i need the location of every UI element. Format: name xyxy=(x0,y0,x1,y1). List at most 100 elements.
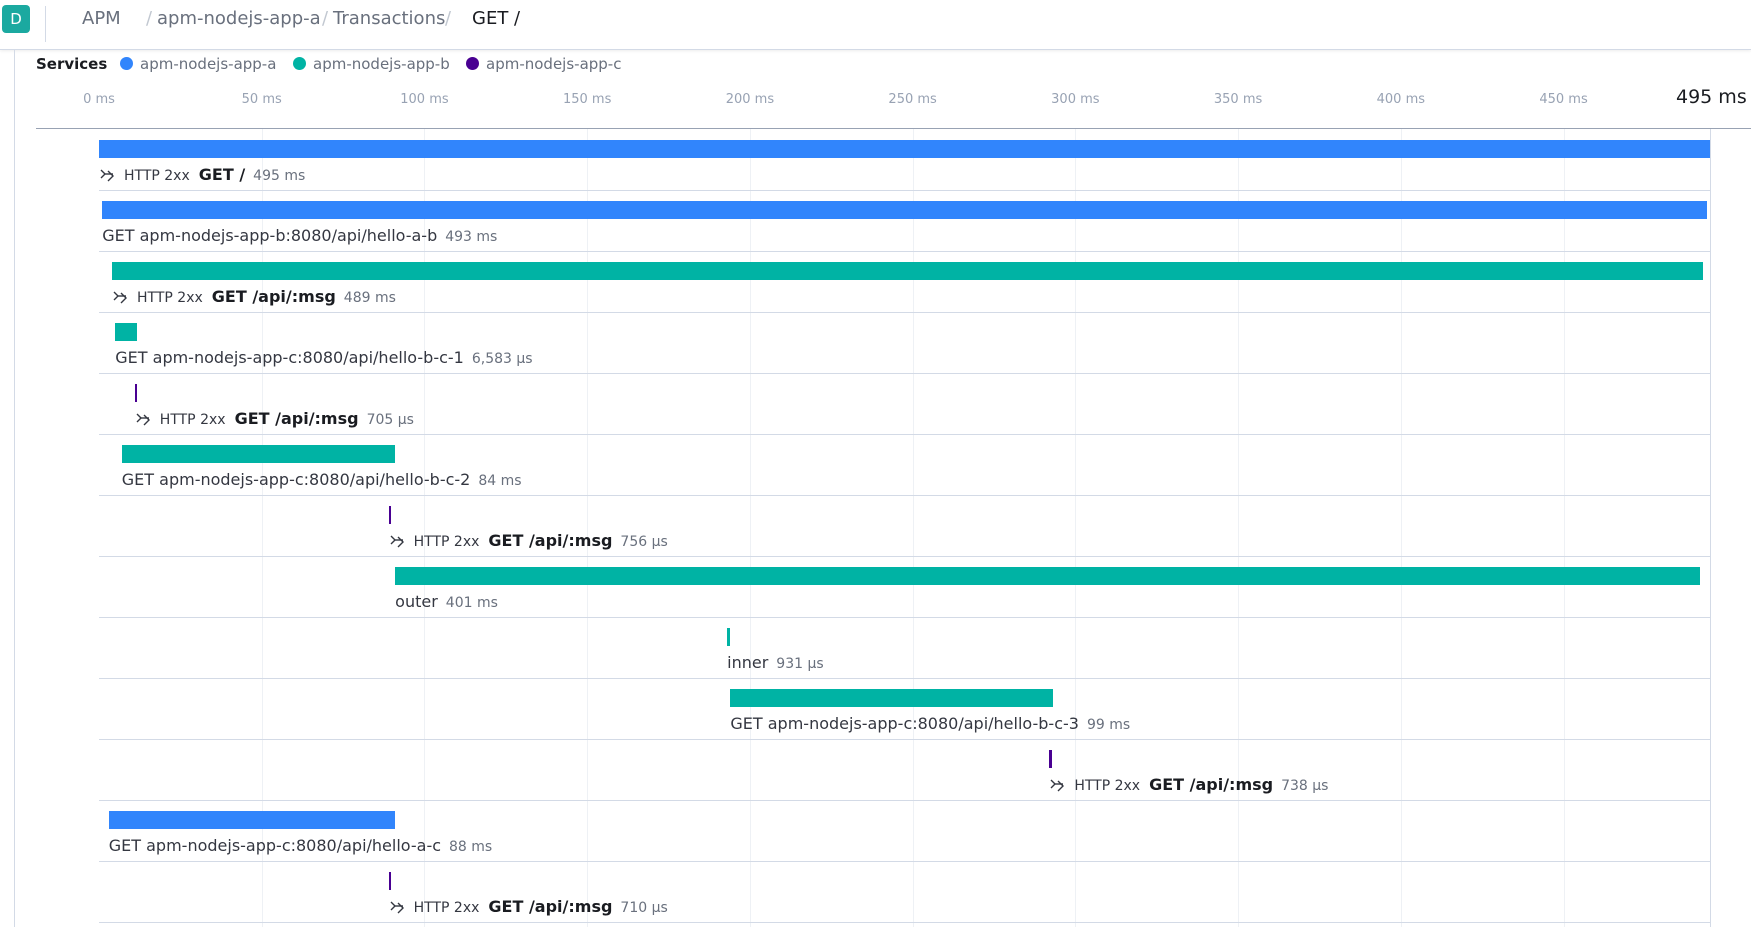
merge-icon xyxy=(135,411,151,427)
duration-bar[interactable] xyxy=(395,567,1701,585)
transaction-name: GET /api/:msg xyxy=(488,531,613,550)
duration-bar[interactable] xyxy=(388,872,391,890)
waterfall-transaction-row[interactable]: HTTP 2xx GET /api/:msg 756 µs xyxy=(99,495,1711,557)
row-label: GET apm-nodejs-app-c:8080/api/hello-b-c-… xyxy=(122,470,522,491)
space-avatar[interactable]: D xyxy=(2,5,30,33)
duration-label: 756 µs xyxy=(620,534,668,550)
transaction-name: GET /api/:msg xyxy=(211,287,336,306)
waterfall-transaction-row[interactable]: HTTP 2xx GET / 495 ms xyxy=(99,129,1711,191)
transaction-name: GET /api/:msg xyxy=(234,409,359,428)
duration-label: 705 µs xyxy=(366,412,414,428)
legend-item-app-b: apm-nodejs-app-b xyxy=(293,55,450,73)
top-header: D APM / apm-nodejs-app-a / Transactions … xyxy=(0,0,1751,50)
merge-icon xyxy=(1049,777,1065,793)
duration-bar[interactable] xyxy=(112,262,1704,280)
http-status: HTTP 2xx xyxy=(413,900,480,916)
breadcrumb-separator: / xyxy=(146,8,153,29)
waterfall-span-row[interactable]: outer 401 ms xyxy=(99,556,1711,618)
axis-end-label: 495 ms xyxy=(1676,86,1747,108)
waterfall-span-row[interactable]: GET apm-nodejs-app-c:8080/api/hello-b-c-… xyxy=(99,312,1711,374)
axis-tick-label: 100 ms xyxy=(400,92,449,107)
merge-icon xyxy=(112,289,128,305)
axis-tick-label: 0 ms xyxy=(83,92,115,107)
duration-bar[interactable] xyxy=(134,384,138,402)
waterfall-right-border xyxy=(1710,129,1711,927)
duration-bar[interactable] xyxy=(730,689,1053,707)
axis-tick-label: 300 ms xyxy=(1051,92,1100,107)
row-label: HTTP 2xx GET /api/:msg 738 µs xyxy=(1049,775,1328,796)
http-status: HTTP 2xx xyxy=(137,290,203,306)
span-name: GET apm-nodejs-app-c:8080/api/hello-a-c xyxy=(108,836,442,855)
legend-item-app-c: apm-nodejs-app-c xyxy=(466,55,621,73)
waterfall-span-row[interactable]: GET apm-nodejs-app-c:8080/api/hello-a-c 8… xyxy=(99,800,1711,862)
duration-label: 489 ms xyxy=(343,290,396,306)
legend-dot xyxy=(293,57,306,70)
duration-label: 6,583 µs xyxy=(471,351,533,367)
waterfall-transaction-row[interactable]: HTTP 2xx GET /api/:msg 705 µs xyxy=(99,373,1711,435)
duration-bar[interactable] xyxy=(121,445,396,463)
row-label: HTTP 2xx GET /api/:msg 705 µs xyxy=(135,409,414,430)
breadcrumb-current: GET / xyxy=(472,8,521,29)
legend-label: apm-nodejs-app-c xyxy=(486,55,622,73)
merge-icon xyxy=(389,533,405,549)
http-status: HTTP 2xx xyxy=(1074,778,1141,794)
row-label: HTTP 2xx GET / 495 ms xyxy=(99,165,305,186)
axis-line xyxy=(36,128,1751,129)
duration-bar[interactable] xyxy=(727,628,731,646)
row-label: GET apm-nodejs-app-b:8080/api/hello-a-b 4… xyxy=(102,226,497,247)
breadcrumb-separator: / xyxy=(445,8,452,29)
duration-bar[interactable] xyxy=(99,140,1710,158)
waterfall-transaction-row[interactable]: HTTP 2xx GET /api/:msg 710 µs xyxy=(99,861,1711,923)
duration-label: 401 ms xyxy=(445,595,498,611)
span-name: outer xyxy=(395,592,438,611)
waterfall-span-row[interactable]: inner 931 µs xyxy=(99,617,1711,679)
row-label: inner 931 µs xyxy=(727,653,824,674)
legend-label: apm-nodejs-app-b xyxy=(313,55,450,73)
axis-tick-label: 450 ms xyxy=(1539,92,1588,107)
row-label: HTTP 2xx GET /api/:msg 710 µs xyxy=(389,897,668,918)
axis-tick-label: 400 ms xyxy=(1376,92,1426,107)
waterfall-span-row[interactable]: GET apm-nodejs-app-b:8080/api/hello-a-b 4… xyxy=(99,190,1711,252)
duration-label: 931 µs xyxy=(776,656,824,672)
legend-title: Services xyxy=(36,55,108,73)
axis-tick-label: 250 ms xyxy=(888,92,937,107)
legend-dot xyxy=(120,57,133,70)
row-label: outer 401 ms xyxy=(395,592,498,613)
waterfall-transaction-row[interactable]: HTTP 2xx GET /api/:msg 489 ms xyxy=(99,251,1711,313)
legend-dot xyxy=(466,57,479,70)
waterfall-transaction-row[interactable]: HTTP 2xx GET /api/:msg 738 µs xyxy=(99,739,1711,801)
merge-icon xyxy=(389,899,405,915)
waterfall-span-row[interactable]: GET apm-nodejs-app-c:8080/api/hello-b-c-… xyxy=(99,434,1711,496)
axis-tick-label: 50 ms xyxy=(241,92,282,107)
row-label: HTTP 2xx GET /api/:msg 756 µs xyxy=(389,531,668,552)
transaction-name: GET /api/:msg xyxy=(488,897,613,916)
duration-label: 99 ms xyxy=(1086,717,1131,733)
left-rail xyxy=(14,49,15,927)
row-label: GET apm-nodejs-app-c:8080/api/hello-b-c-… xyxy=(115,348,532,369)
duration-bar[interactable] xyxy=(115,323,137,341)
duration-bar[interactable] xyxy=(102,201,1707,219)
row-label: GET apm-nodejs-app-c:8080/api/hello-a-c 8… xyxy=(109,836,492,857)
duration-bar[interactable] xyxy=(388,506,392,524)
duration-label: 88 ms xyxy=(449,839,493,855)
row-label: HTTP 2xx GET /api/:msg 489 ms xyxy=(112,287,396,308)
span-name: GET apm-nodejs-app-c:8080/api/hello-b-c-… xyxy=(115,348,464,367)
duration-label: 495 ms xyxy=(253,168,306,184)
header-divider xyxy=(45,6,46,42)
merge-icon xyxy=(99,167,115,183)
duration-bar[interactable] xyxy=(1049,750,1052,768)
breadcrumb-apm[interactable]: APM xyxy=(82,8,121,30)
transaction-name: GET / xyxy=(198,165,246,184)
span-name: GET apm-nodejs-app-b:8080/api/hello-a-b xyxy=(102,226,438,245)
row-label: GET apm-nodejs-app-c:8080/api/hello-b-c-… xyxy=(730,714,1130,735)
breadcrumb-transactions[interactable]: Transactions xyxy=(333,8,445,30)
duration-label: 493 ms xyxy=(445,229,498,245)
axis-tick-label: 350 ms xyxy=(1213,92,1263,107)
http-status: HTTP 2xx xyxy=(124,168,190,184)
http-status: HTTP 2xx xyxy=(413,534,480,550)
legend-item-app-a: apm-nodejs-app-a xyxy=(120,55,276,73)
legend-label: apm-nodejs-app-a xyxy=(140,55,277,73)
duration-bar[interactable] xyxy=(108,811,396,829)
breadcrumb-service[interactable]: apm-nodejs-app-a xyxy=(157,8,321,30)
waterfall-span-row[interactable]: GET apm-nodejs-app-c:8080/api/hello-b-c-… xyxy=(99,678,1711,740)
